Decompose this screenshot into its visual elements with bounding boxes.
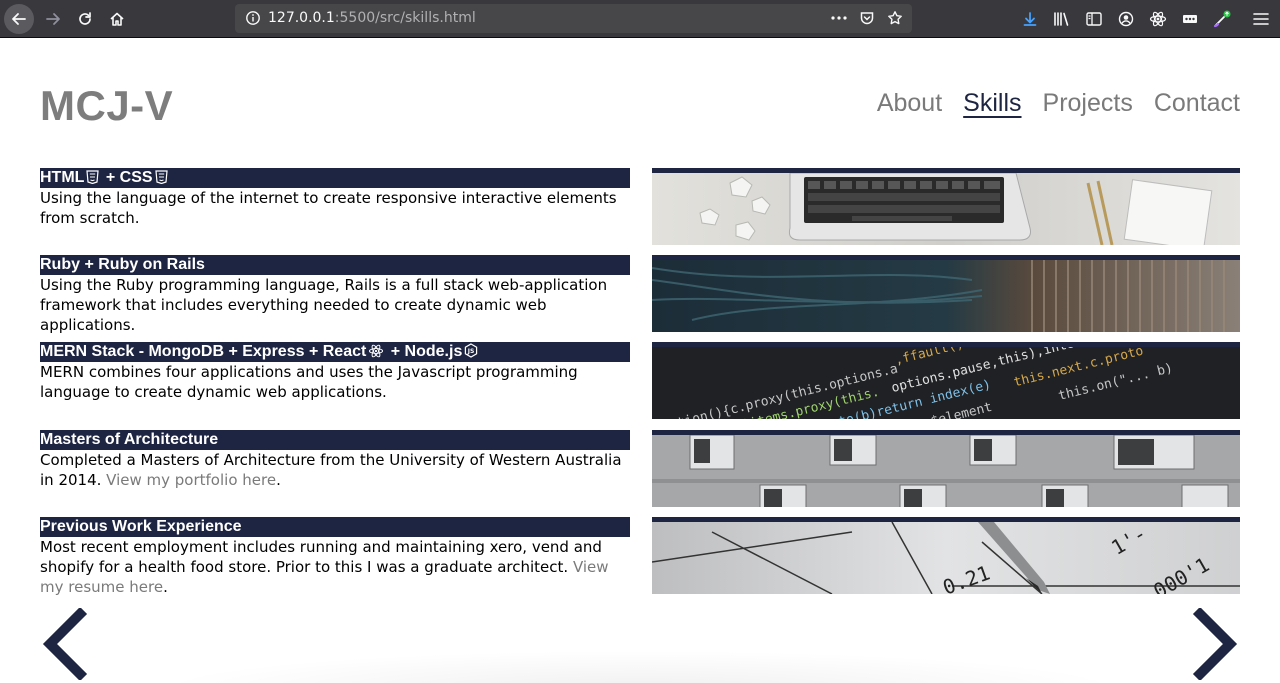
library-icon[interactable] xyxy=(1050,7,1074,31)
skill-title-part: MERN Stack - MongoDB + Express + React xyxy=(40,343,367,360)
skill-image-code: unction(){c.proxy(this.options.a ,ffault… xyxy=(652,342,1240,419)
skill-description: Completed a Masters of Architecture from… xyxy=(40,450,630,490)
home-button[interactable] xyxy=(102,4,132,34)
forward-button[interactable] xyxy=(38,4,68,34)
main-nav: About Skills Projects Contact xyxy=(877,89,1240,118)
nav-link-projects[interactable]: Projects xyxy=(1043,89,1133,118)
forward-icon xyxy=(46,13,60,25)
sidebar-icon[interactable] xyxy=(1082,7,1106,31)
browser-toolbar: 127.0.0.1:5500/src/skills.html xyxy=(0,0,1280,38)
skill-description-text: Most recent employment includes running … xyxy=(40,538,602,576)
skill-title: Masters of Architecture xyxy=(40,430,630,450)
css3-icon xyxy=(154,170,168,184)
nodejs-icon: JS xyxy=(465,343,478,358)
skill-item: Ruby + Ruby on Rails Using the Ruby prog… xyxy=(40,255,1240,334)
footer-shadow xyxy=(150,650,1130,683)
back-icon xyxy=(12,13,26,25)
skill-description: Most recent employment includes running … xyxy=(40,537,630,597)
svg-text:JS: JS xyxy=(467,348,475,355)
skill-image-cables xyxy=(652,255,1240,332)
skill-title: Previous Work Experience xyxy=(40,517,630,537)
more-icon[interactable] xyxy=(828,7,850,29)
nav-link-contact[interactable]: Contact xyxy=(1154,89,1240,118)
portfolio-link[interactable]: View my portfolio here xyxy=(106,471,276,489)
account-icon[interactable] xyxy=(1114,7,1138,31)
skill-item: Previous Work Experience Most recent emp… xyxy=(40,517,1240,597)
skill-description: Using the language of the internet to cr… xyxy=(40,189,617,227)
url-path: :5500/src/skills.html xyxy=(334,10,476,26)
skill-title: MERN Stack - MongoDB + Express + React +… xyxy=(40,342,630,362)
url-host: 127.0.0.1 xyxy=(268,10,335,26)
skill-description-end: . xyxy=(163,578,168,596)
download-icon[interactable] xyxy=(1018,7,1042,31)
skill-title-part: + CSS xyxy=(101,169,153,186)
skill-item: Masters of Architecture Completed a Mast… xyxy=(40,430,1240,508)
reload-icon xyxy=(79,12,91,25)
extensions-icon[interactable] xyxy=(1178,7,1202,31)
skill-title: Ruby + Ruby on Rails xyxy=(40,255,630,275)
skill-title-part: HTML xyxy=(40,169,85,186)
home-icon xyxy=(110,12,124,26)
theme-icon[interactable] xyxy=(1210,7,1234,31)
nav-link-skills[interactable]: Skills xyxy=(963,89,1021,118)
skill-title-part: + Node.js xyxy=(386,343,463,360)
back-button[interactable] xyxy=(4,4,34,34)
skill-image-building xyxy=(652,430,1240,507)
skill-description: MERN combines four applications and uses… xyxy=(40,363,578,401)
skill-description-end: . xyxy=(276,471,281,489)
reload-button[interactable] xyxy=(70,4,100,34)
bookmark-star-icon[interactable] xyxy=(884,7,906,29)
react-icon xyxy=(369,344,384,358)
previous-page-button[interactable] xyxy=(40,606,90,682)
info-icon[interactable] xyxy=(245,10,261,26)
skill-image-laptop xyxy=(652,168,1240,245)
react-devtools-icon[interactable] xyxy=(1146,7,1170,31)
next-page-button[interactable] xyxy=(1190,606,1240,682)
skill-item: MERN Stack - MongoDB + Express + React +… xyxy=(40,342,1240,420)
skill-image-drawing: 0.21 000'1 1'- xyxy=(652,517,1240,594)
skill-description: Using the Ruby programming language, Rai… xyxy=(40,276,608,334)
html5-icon xyxy=(86,170,100,184)
nav-link-about[interactable]: About xyxy=(877,89,942,118)
pocket-icon[interactable] xyxy=(856,7,878,29)
url-bar[interactable]: 127.0.0.1:5500/src/skills.html xyxy=(235,4,912,33)
skill-item: HTML + CSS Using the language of the int… xyxy=(40,168,1240,246)
url-text[interactable]: 127.0.0.1:5500/src/skills.html xyxy=(268,10,476,26)
site-logo[interactable]: MCJ-V xyxy=(40,82,173,130)
chevron-left-icon xyxy=(42,606,88,682)
chevron-right-icon xyxy=(1192,606,1238,682)
menu-icon[interactable] xyxy=(1249,7,1273,31)
skill-title: HTML + CSS xyxy=(40,168,630,188)
